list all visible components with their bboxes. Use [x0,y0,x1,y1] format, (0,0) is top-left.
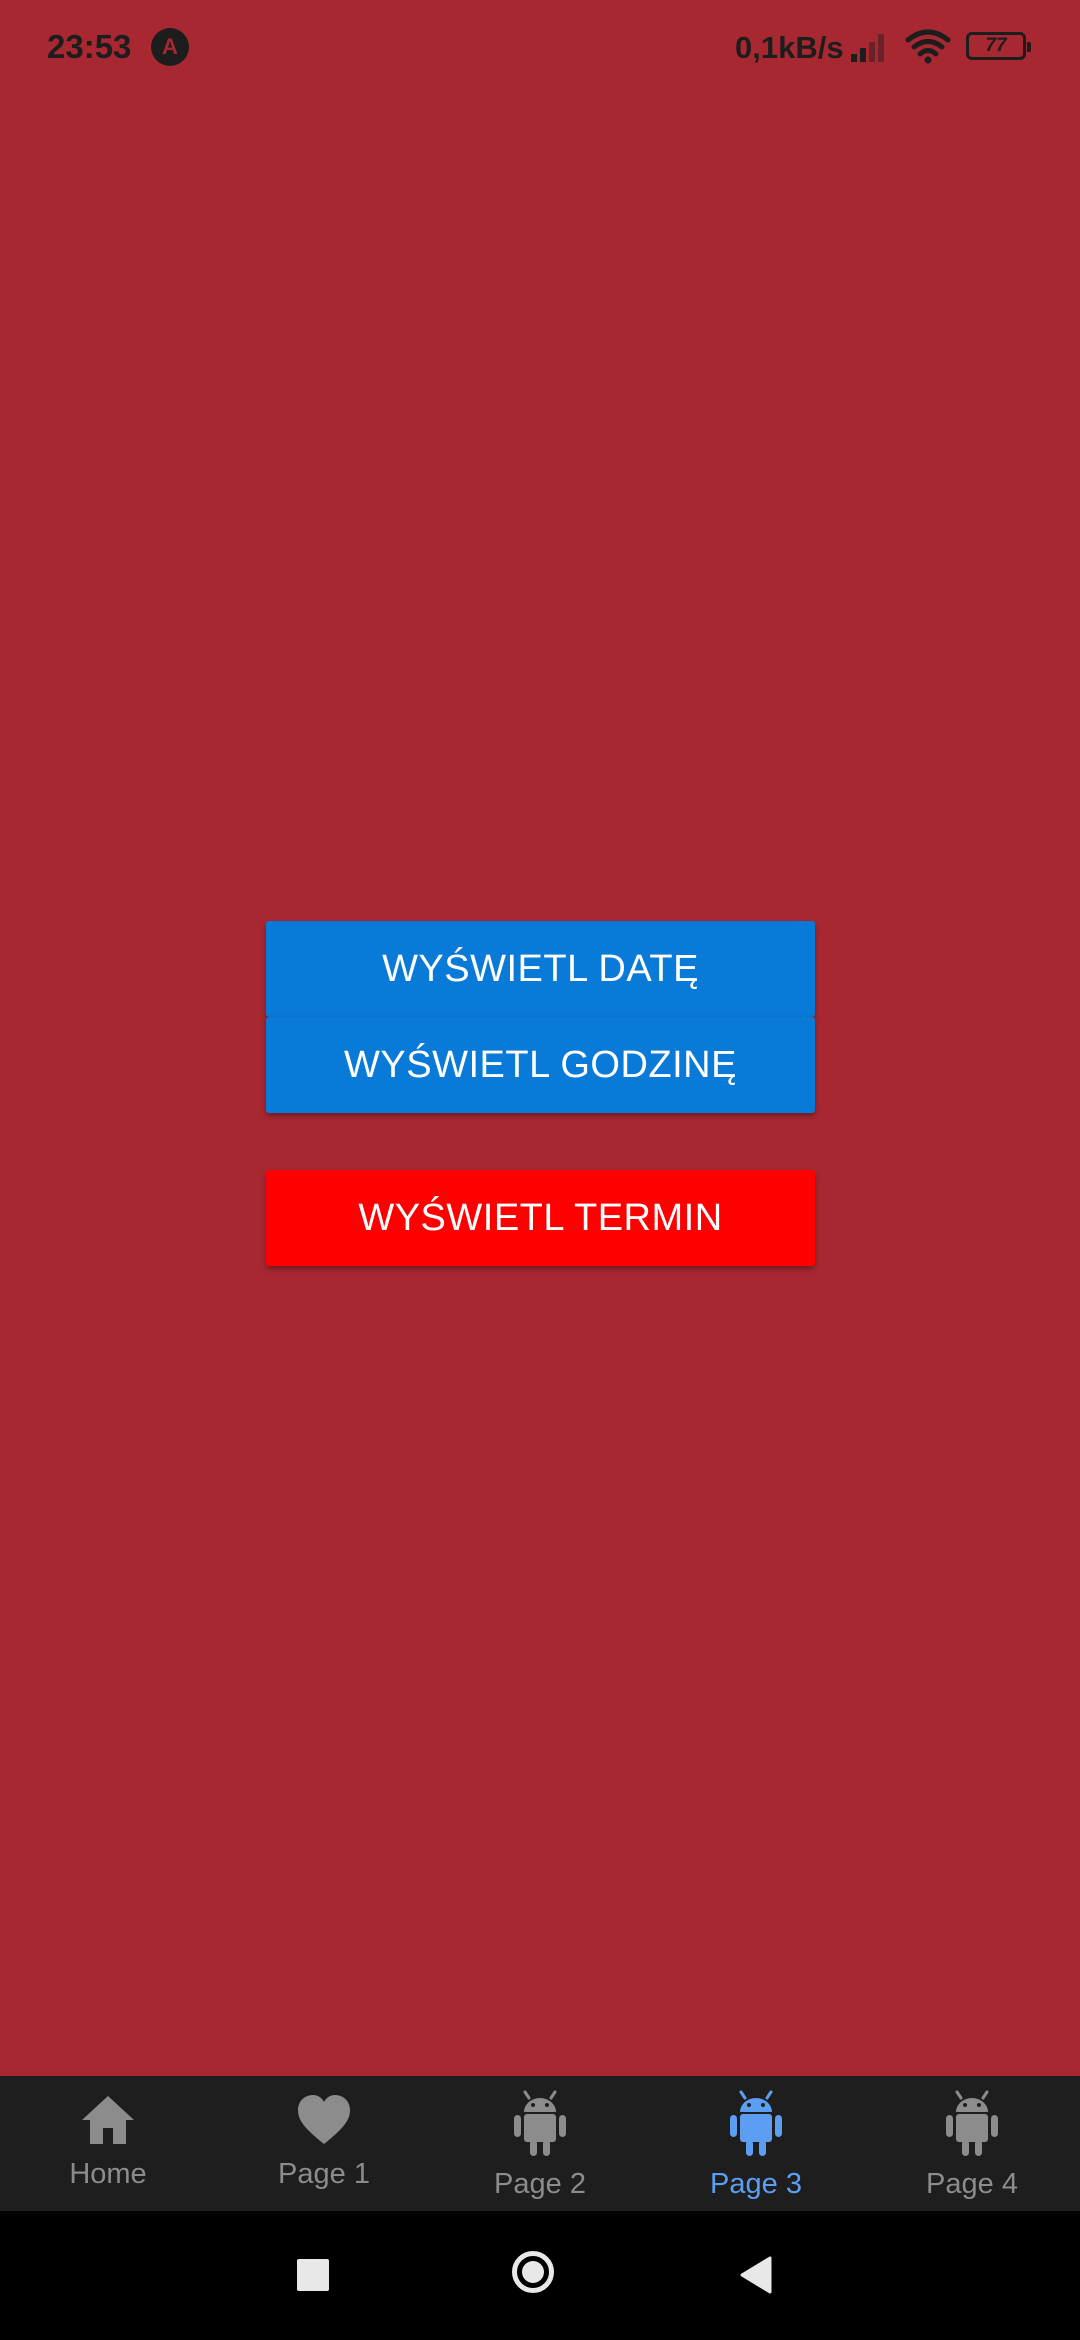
tab-label: Page 1 [278,2158,370,2190]
network-speed: 0,1kB/s [735,30,844,65]
show-hour-button[interactable]: WYŚWIETL GODZINĘ [266,1017,815,1113]
back-icon[interactable] [738,2255,774,2295]
show-term-button[interactable]: WYŚWIETL TERMIN [266,1170,815,1266]
app-notification-icon: A [151,28,189,66]
system-nav-bar [0,2211,1080,2340]
tab-page-2[interactable]: Page 2 [432,2076,648,2211]
heart-icon [298,2095,350,2144]
signal-icon [851,34,884,62]
home-icon [82,2096,134,2144]
tab-label: Home [69,2158,147,2190]
recents-button[interactable] [297,2259,329,2291]
tab-page-4[interactable]: Page 4 [864,2076,1080,2211]
tab-label: Page 4 [926,2168,1018,2200]
android-icon [514,2090,566,2156]
android-icon [730,2090,782,2156]
tab-page-1[interactable]: Page 1 [216,2076,432,2211]
wifi-icon [905,29,951,64]
home-button[interactable] [512,2251,554,2293]
tab-label: Page 2 [494,2168,586,2200]
tab-label: Page 3 [710,2168,802,2200]
status-time: 23:53 [47,28,132,65]
tab-page-3[interactable]: Page 3 [648,2076,864,2211]
battery-indicator: 77 [966,32,1031,60]
android-icon [946,2090,998,2156]
show-date-button[interactable]: WYŚWIETL DATĘ [266,921,815,1017]
status-bar: 23:53 A 0,1kB/s 77 [0,0,1080,96]
bottom-tab-bar: Home Page 1 Page 2 Page 3 Page 4 [0,2076,1080,2211]
tab-home[interactable]: Home [0,2076,216,2211]
